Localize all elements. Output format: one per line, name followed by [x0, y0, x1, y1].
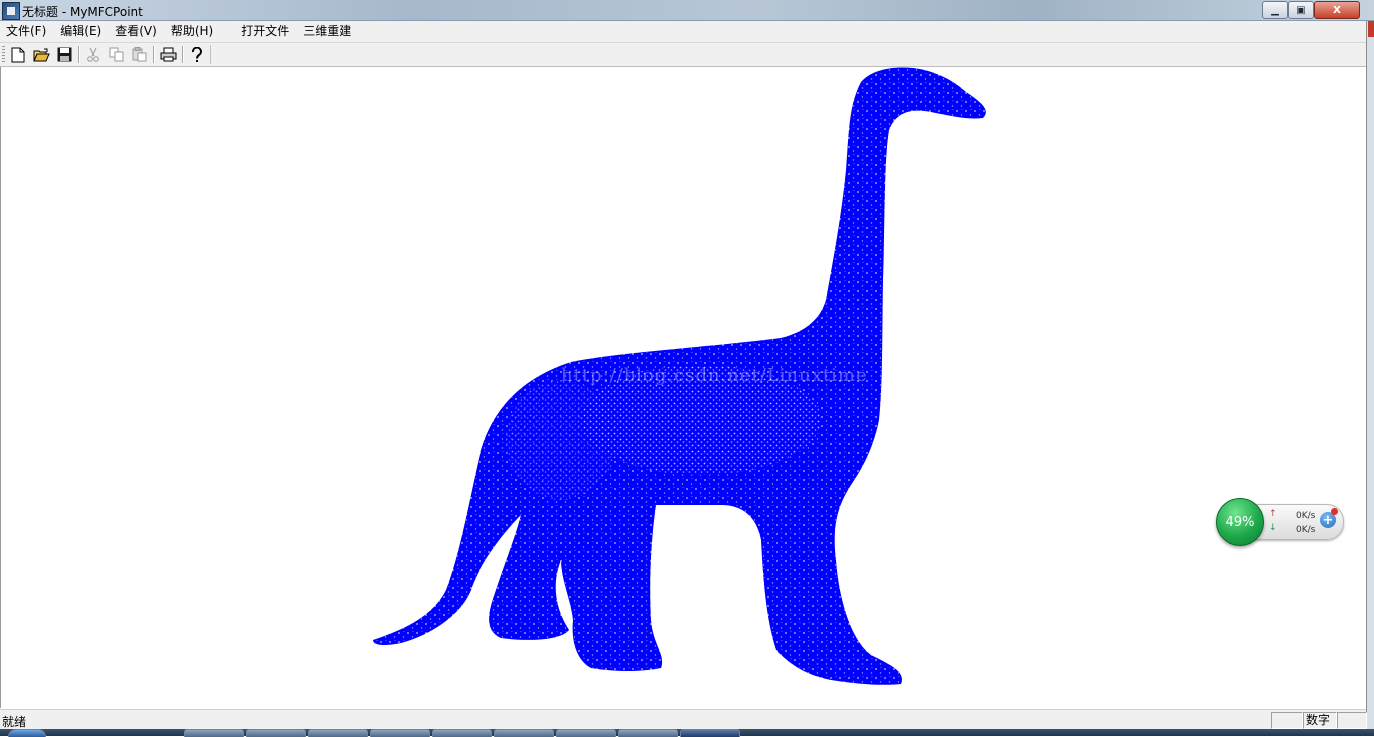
dino-hip-texture: [506, 380, 616, 500]
status-pane-num: 数字: [1303, 712, 1337, 729]
paste-icon: [132, 47, 146, 62]
menu-view[interactable]: 查看(V): [108, 21, 164, 42]
background-window-edge: [1368, 21, 1374, 37]
status-ready-text: 就绪: [2, 715, 27, 729]
taskbar: [0, 729, 1374, 737]
toolbar-grip[interactable]: [2, 46, 5, 62]
menu-help[interactable]: 帮助(H): [164, 21, 220, 42]
upload-arrow-icon: ↑: [1269, 509, 1277, 519]
download-speed: 0K/s: [1296, 525, 1316, 535]
status-bar: 就绪 数字: [0, 709, 1367, 730]
menu-3d-reconstruct[interactable]: 三维重建: [296, 21, 358, 42]
menu-open-file[interactable]: 打开文件: [234, 21, 296, 42]
network-monitor-widget[interactable]: 49% ↑ 0K/s ↓ 0K/s +: [1216, 498, 1344, 546]
toolbar-end: [210, 45, 211, 64]
title-bar: 无标题 - MyMFCPoint ▁ ▣ X: [0, 0, 1374, 21]
cut-icon: [87, 47, 99, 62]
print-button[interactable]: [158, 45, 178, 64]
help-button[interactable]: [187, 45, 207, 64]
menu-bar: 文件(F) 编辑(E) 查看(V) 帮助(H) 打开文件 三维重建: [0, 21, 1366, 43]
new-button[interactable]: [8, 45, 28, 64]
toolbar-separator: [182, 46, 184, 63]
status-pane-caps: [1271, 712, 1303, 729]
view-canvas[interactable]: http://blog.csdn.net/Linuxtime: [0, 67, 1367, 708]
menu-file[interactable]: 文件(F): [0, 21, 53, 42]
notification-dot-icon: [1331, 508, 1338, 515]
open-folder-icon: [32, 48, 50, 61]
toolbar: [0, 43, 1366, 67]
new-icon: [11, 47, 25, 62]
maximize-button[interactable]: ▣: [1288, 1, 1314, 19]
close-button[interactable]: X: [1314, 1, 1360, 19]
print-icon: [160, 47, 176, 62]
upload-speed: 0K/s: [1296, 511, 1316, 521]
window-title: 无标题 - MyMFCPoint: [22, 5, 143, 19]
copy-icon: [109, 47, 123, 62]
minimize-icon: ▁: [1271, 4, 1279, 16]
watermark-text: http://blog.csdn.net/Linuxtime: [561, 365, 868, 386]
maximize-icon: ▣: [1296, 4, 1306, 16]
toolbar-separator: [153, 46, 155, 63]
paste-button[interactable]: [129, 45, 149, 64]
app-icon[interactable]: [2, 2, 20, 20]
menu-edit[interactable]: 编辑(E): [53, 21, 108, 42]
help-icon: [192, 46, 202, 62]
cut-button[interactable]: [83, 45, 103, 64]
open-button[interactable]: [31, 45, 51, 64]
window-right-edge: [1366, 21, 1374, 736]
close-icon: X: [1333, 4, 1341, 16]
status-pane-scroll: [1337, 712, 1367, 729]
minimize-button[interactable]: ▁: [1262, 1, 1288, 19]
save-button[interactable]: [54, 45, 74, 64]
toolbar-separator: [78, 46, 80, 63]
download-arrow-icon: ↓: [1269, 523, 1277, 533]
dinosaur-point-cloud: [373, 67, 986, 685]
save-icon: [57, 47, 71, 62]
memory-percent: 49%: [1225, 514, 1255, 530]
memory-usage-ball[interactable]: 49%: [1216, 498, 1264, 546]
copy-button[interactable]: [106, 45, 126, 64]
